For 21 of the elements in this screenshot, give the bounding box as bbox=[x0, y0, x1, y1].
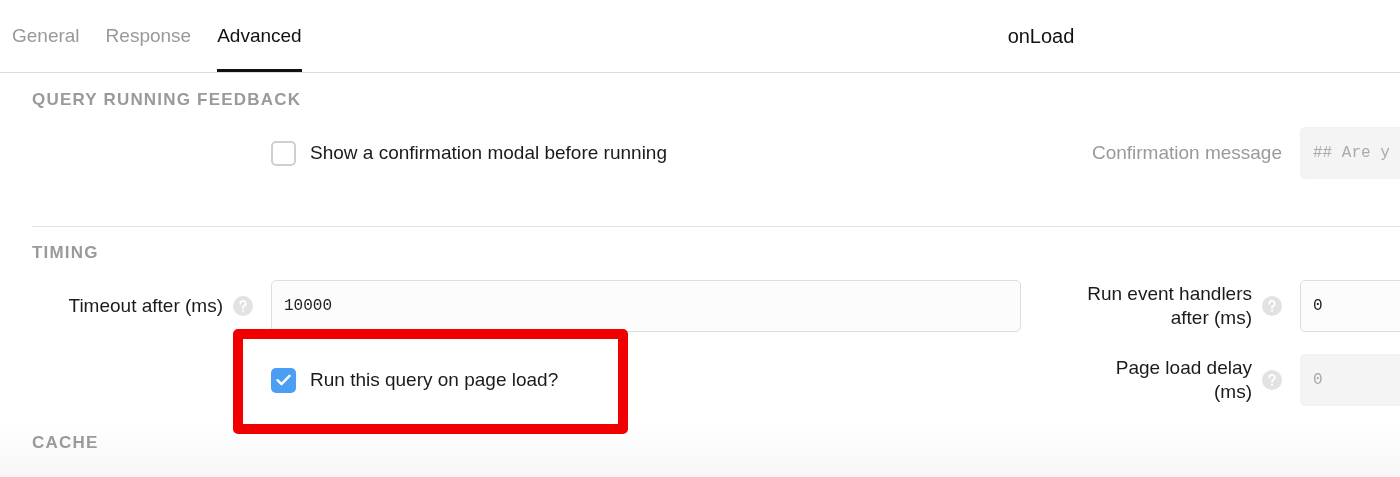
help-icon[interactable] bbox=[1262, 296, 1282, 316]
checkbox[interactable] bbox=[271, 367, 296, 393]
field-label: Timeout after (ms) bbox=[68, 294, 223, 318]
checkbox-label: Run this query on page load? bbox=[310, 369, 559, 391]
section-heading: CACHE bbox=[31, 433, 100, 453]
field-label: Confirmation message bbox=[1091, 141, 1282, 165]
checkbox-label: Show a confirmation modal before running bbox=[310, 142, 667, 164]
section-heading: QUERY RUNNING FEEDBACK bbox=[31, 90, 303, 110]
query-title: onLoad bbox=[1007, 24, 1075, 48]
checkbox[interactable] bbox=[271, 140, 296, 166]
tab[interactable]: Advanced bbox=[217, 0, 302, 72]
help-icon[interactable] bbox=[233, 296, 253, 316]
input-field[interactable]: 0 bbox=[1300, 280, 1400, 332]
input-field[interactable]: 10000 bbox=[271, 280, 1021, 332]
input-field[interactable]: 0 bbox=[1300, 354, 1400, 406]
check-icon bbox=[276, 374, 291, 386]
input-field[interactable]: ## Are y bbox=[1300, 127, 1400, 179]
help-icon[interactable] bbox=[1262, 370, 1282, 390]
field-label: Run event handlers after (ms) bbox=[1086, 282, 1252, 330]
section-heading: TIMING bbox=[31, 243, 100, 263]
field-label: Page load delay (ms) bbox=[1114, 356, 1252, 404]
